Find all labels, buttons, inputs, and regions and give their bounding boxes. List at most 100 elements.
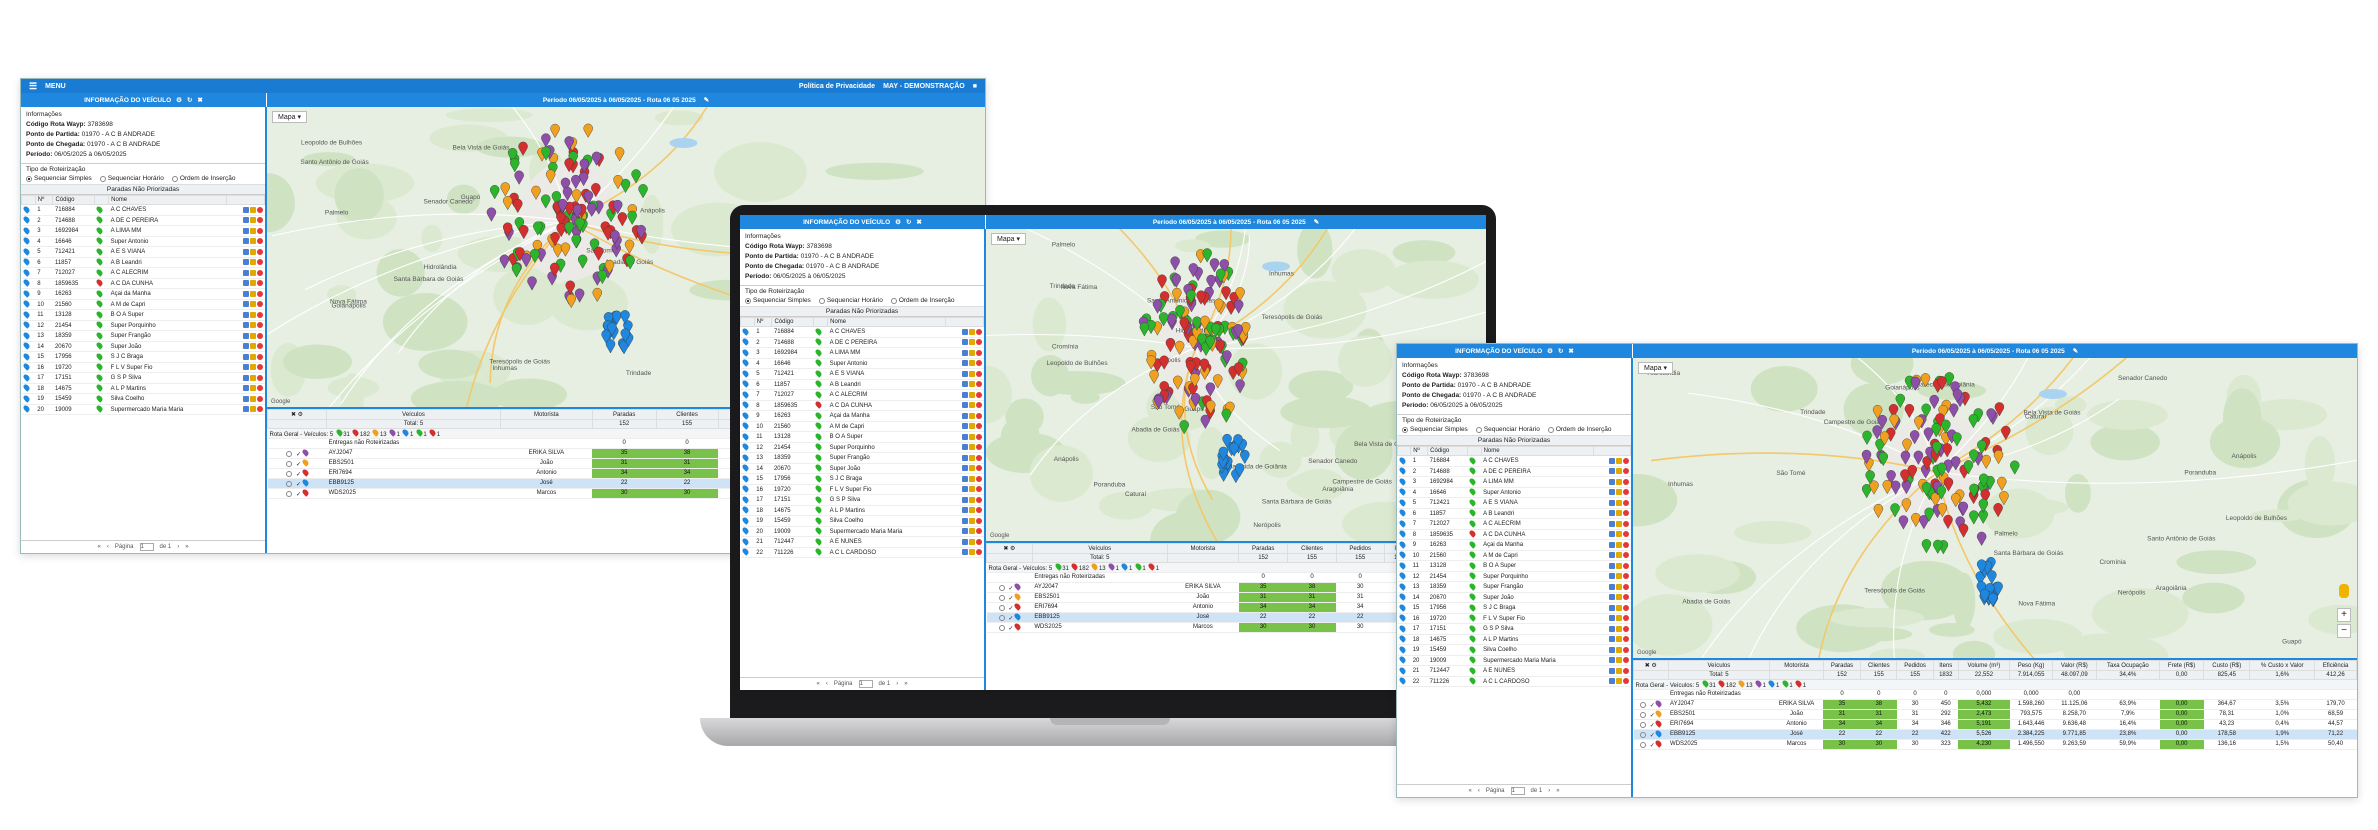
edit-icon[interactable]: [968, 507, 975, 514]
remove-icon[interactable]: [1622, 678, 1629, 685]
map-type-selector[interactable]: Mapa ▾: [1638, 362, 1673, 374]
remove-icon[interactable]: [256, 343, 263, 350]
move-icon[interactable]: [961, 517, 968, 524]
col-header[interactable]: Paradas: [1237, 543, 1289, 554]
delivery-marker-icon[interactable]: [1206, 274, 1216, 290]
radio-icon[interactable]: [745, 297, 751, 304]
edit-icon[interactable]: [249, 269, 256, 276]
col-header[interactable]: Pedidos: [1335, 543, 1385, 554]
routing-option[interactable]: Sequenciar Simples: [26, 175, 92, 182]
col-num[interactable]: Nº: [34, 195, 54, 206]
routing-option[interactable]: Ordem de Inserção: [171, 175, 235, 182]
col-header[interactable]: Eficiência: [2314, 660, 2357, 671]
move-icon[interactable]: [961, 328, 968, 335]
remove-icon[interactable]: [975, 412, 982, 419]
col-header[interactable]: Veículos: [326, 409, 501, 420]
move-icon[interactable]: [961, 486, 968, 493]
row-select[interactable]: [286, 480, 293, 487]
remove-icon[interactable]: [1622, 636, 1629, 643]
radio-icon[interactable]: [1402, 426, 1408, 433]
remove-icon[interactable]: [975, 465, 982, 472]
move-icon[interactable]: [1608, 657, 1615, 664]
edit-icon[interactable]: [1615, 678, 1622, 685]
edit-icon[interactable]: [249, 301, 256, 308]
remove-icon[interactable]: [1622, 646, 1629, 653]
settings-icon[interactable]: ⚙: [1547, 347, 1553, 355]
remove-icon[interactable]: [256, 238, 263, 245]
edit-icon[interactable]: [1615, 552, 1622, 559]
remove-icon[interactable]: [975, 444, 982, 451]
edit-icon[interactable]: [1615, 541, 1622, 548]
row-select[interactable]: [1640, 711, 1647, 718]
grid-tools[interactable]: ✖ ⚙: [267, 409, 328, 420]
delivery-marker-icon[interactable]: [500, 182, 510, 197]
remove-icon[interactable]: [256, 206, 263, 213]
delivery-marker-icon[interactable]: [627, 210, 637, 225]
delivery-marker-icon[interactable]: [1200, 414, 1211, 429]
refresh-icon[interactable]: ↻: [906, 218, 911, 226]
move-icon[interactable]: [1608, 594, 1615, 601]
menu-label[interactable]: MENU: [45, 83, 66, 90]
map-view[interactable]: Santa Bárbara de GoiásCaturaíInhumasNeró…: [1633, 358, 2357, 658]
move-icon[interactable]: [1608, 478, 1615, 485]
remove-icon[interactable]: [1622, 594, 1629, 601]
stop-row[interactable]: 7 712027 A C ALECRIM: [740, 389, 984, 401]
col-name[interactable]: Nome: [108, 195, 227, 206]
delivery-marker-icon[interactable]: [1170, 256, 1180, 271]
remove-icon[interactable]: [975, 370, 982, 377]
remove-icon[interactable]: [256, 269, 263, 276]
move-icon[interactable]: [1608, 646, 1615, 653]
prev-page-icon[interactable]: ‹: [1478, 788, 1480, 794]
stop-row[interactable]: 1 716884 A C CHAVES: [1397, 455, 1631, 467]
move-icon[interactable]: [242, 301, 249, 308]
delivery-marker-icon[interactable]: [1221, 286, 1231, 301]
close-icon[interactable]: ✖: [1568, 347, 1573, 355]
col-header[interactable]: Taxa Ocupação: [2095, 660, 2161, 671]
remove-icon[interactable]: [256, 290, 263, 297]
stop-row[interactable]: 20 19009 Supermercado Maria Maria: [740, 526, 984, 538]
stop-row[interactable]: 19 15459 Silva Coelho: [21, 393, 265, 405]
col-header[interactable]: Motorista: [1769, 660, 1824, 671]
stop-row[interactable]: 18 14675 A L P Martins: [21, 383, 265, 395]
delivery-marker-icon[interactable]: [1988, 592, 1998, 607]
routing-option[interactable]: Sequenciar Simples: [745, 297, 811, 304]
remove-icon[interactable]: [1622, 531, 1629, 538]
delivery-marker-icon[interactable]: [1202, 248, 1212, 263]
stop-row[interactable]: 10 21560 A M de Capri: [740, 421, 984, 433]
delivery-marker-icon[interactable]: [1993, 450, 2004, 465]
remove-icon[interactable]: [1622, 573, 1629, 580]
stop-row[interactable]: 20 19009 Supermercado Maria Maria: [1397, 655, 1631, 667]
settings-icon[interactable]: ⚙: [895, 218, 901, 226]
delivery-marker-icon[interactable]: [1969, 510, 1979, 525]
move-icon[interactable]: [242, 374, 249, 381]
stop-row[interactable]: 21 712447 A E NUNES: [740, 536, 984, 548]
move-icon[interactable]: [1608, 531, 1615, 538]
move-icon[interactable]: [242, 269, 249, 276]
settings-icon[interactable]: ⚙: [176, 96, 182, 104]
stop-row[interactable]: 14 20670 Super João: [1397, 592, 1631, 604]
move-icon[interactable]: [961, 370, 968, 377]
edit-icon[interactable]: [1615, 499, 1622, 506]
stop-row[interactable]: 10 21560 A M de Capri: [21, 299, 265, 311]
move-icon[interactable]: [1608, 667, 1615, 674]
page-input[interactable]: 1: [858, 680, 873, 688]
remove-icon[interactable]: [256, 353, 263, 360]
edit-icon[interactable]: [1615, 594, 1622, 601]
remove-icon[interactable]: [256, 259, 263, 266]
edit-icon[interactable]: [968, 412, 975, 419]
edit-icon[interactable]: [1615, 531, 1622, 538]
stop-row[interactable]: 1 716884 A C CHAVES: [21, 204, 265, 216]
col-header[interactable]: Paradas: [591, 409, 657, 420]
col-header[interactable]: Clientes: [1287, 543, 1337, 554]
map-type-selector[interactable]: Mapa ▾: [272, 111, 307, 123]
remove-icon[interactable]: [975, 486, 982, 493]
stop-row[interactable]: 17 17151 G S P Silva: [1397, 623, 1631, 635]
edit-icon[interactable]: [968, 381, 975, 388]
move-icon[interactable]: [1608, 541, 1615, 548]
stop-row[interactable]: 14 20670 Super João: [740, 463, 984, 475]
stop-row[interactable]: 9 16263 Açai da Manha: [740, 410, 984, 422]
stop-row[interactable]: 16 19720 F L V Super Fio: [21, 362, 265, 374]
delivery-marker-icon[interactable]: [490, 185, 500, 200]
delivery-marker-icon[interactable]: [1976, 531, 1987, 546]
trash-icon[interactable]: ■: [973, 83, 977, 90]
